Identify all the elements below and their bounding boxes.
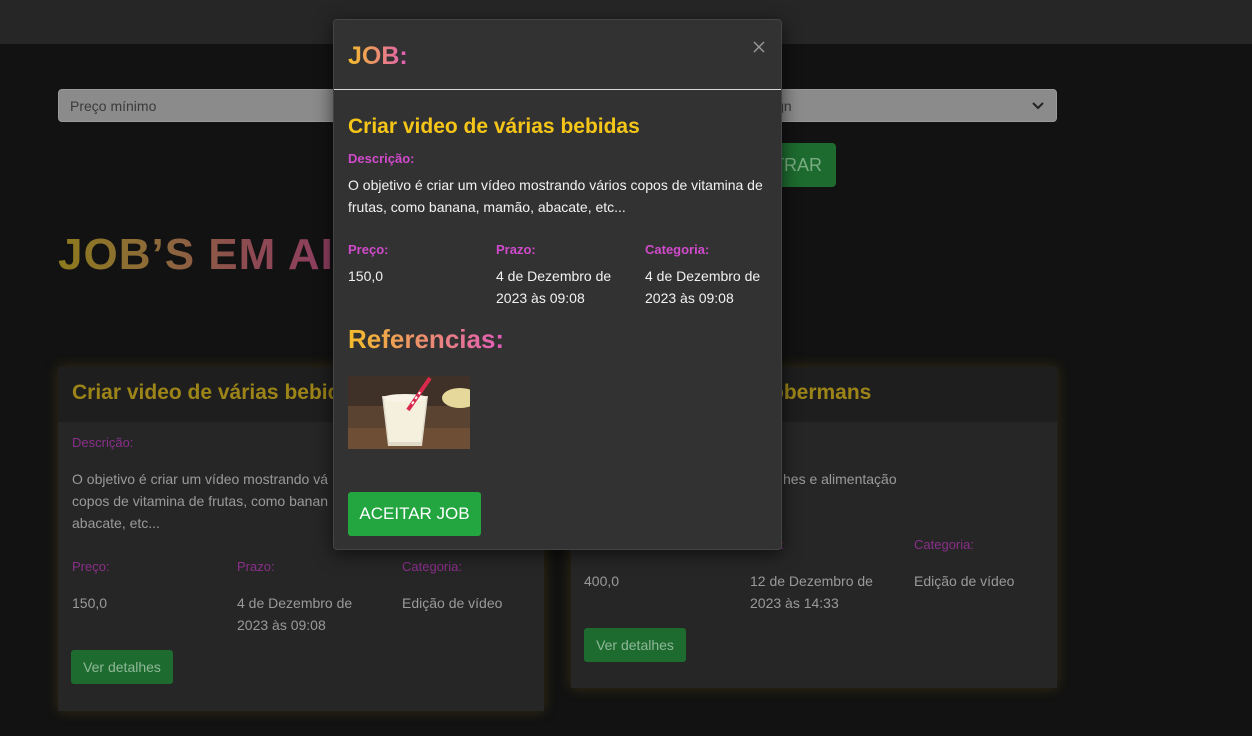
modal-divider — [334, 89, 781, 90]
job-card-category: Edição de vídeo — [402, 595, 503, 611]
job-card-price: 400,0 — [584, 573, 620, 589]
job-card-description: hes e alimentação — [783, 471, 897, 487]
description-line: copos de vitamina de frutas, como banan — [72, 493, 329, 509]
view-details-button[interactable]: Ver detalhes — [584, 628, 686, 662]
category-select[interactable]: ign — [760, 89, 1057, 122]
modal-price: 150,0 — [348, 268, 384, 284]
references-title: Referencias: — [348, 324, 505, 354]
job-card-category-label: Categoria: — [402, 559, 462, 574]
job-card-category-label: Categoria: — [914, 537, 974, 552]
job-card-description: O objetivo é criar um vídeo mostrando vá… — [72, 468, 342, 534]
job-card-price: 150,0 — [72, 595, 108, 611]
job-card-price-label: Preço: — [72, 559, 110, 574]
modal-title: JOB: — [348, 42, 408, 70]
job-card-description-label: Descrição: — [72, 435, 134, 450]
accept-job-button[interactable]: ACEITAR JOB — [348, 492, 481, 536]
description-line: abacate, etc... — [72, 515, 160, 531]
min-price-placeholder: Preço mínimo — [70, 97, 157, 114]
page-title: JOB’S EM AI — [58, 230, 334, 279]
modal-job-title: Criar video de várias bebidas — [348, 115, 640, 138]
modal-category-label: Categoria: — [645, 242, 710, 257]
job-modal: JOB: Criar video de várias bebidas Descr… — [333, 19, 782, 550]
modal-deadline: 4 de Dezembro de 2023 às 09:08 — [496, 268, 612, 306]
reference-image[interactable] — [348, 376, 470, 449]
view-details-button[interactable]: Ver detalhes — [71, 650, 173, 684]
chevron-down-icon — [1032, 99, 1044, 113]
modal-description-label: Descrição: — [348, 151, 415, 166]
modal-category: 4 de Dezembro de 2023 às 09:08 — [645, 268, 761, 306]
close-icon[interactable] — [752, 38, 766, 59]
modal-description: O objetivo é criar um vídeo mostrando vá… — [348, 177, 763, 215]
job-card-deadline: 4 de Dezembro de 2023 às 09:08 — [237, 595, 353, 633]
job-card-deadline: 12 de Dezembro de 2023 às 14:33 — [750, 573, 873, 611]
job-card-category: Edição de vídeo — [914, 573, 1015, 589]
min-price-input[interactable]: Preço mínimo — [58, 89, 348, 122]
modal-price-label: Preço: — [348, 242, 389, 257]
modal-deadline-label: Prazo: — [496, 242, 536, 257]
description-line: O objetivo é criar um vídeo mostrando vá — [72, 471, 329, 487]
job-card-deadline-label: Prazo: — [237, 559, 275, 574]
